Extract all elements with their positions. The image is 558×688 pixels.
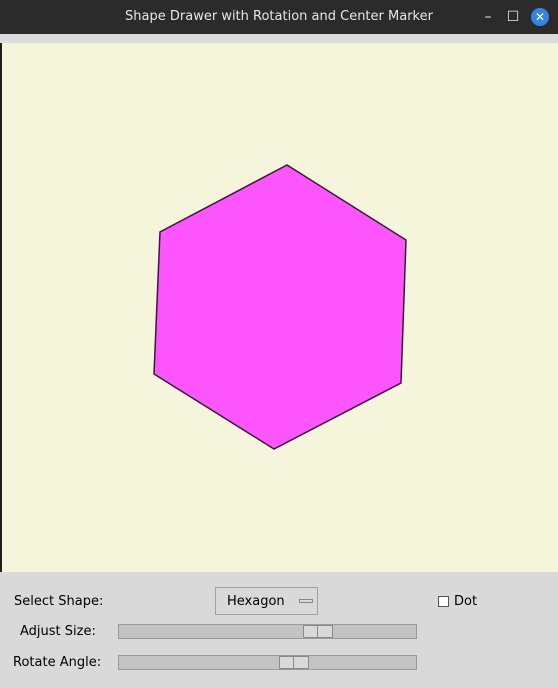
slider-grip	[317, 626, 318, 637]
minimize-icon[interactable]: –	[476, 0, 500, 34]
angle-slider-handle[interactable]	[279, 656, 309, 669]
drawing-canvas[interactable]	[2, 43, 558, 572]
select-shape-label: Select Shape:	[14, 594, 104, 609]
adjust-size-label: Adjust Size:	[20, 624, 96, 639]
close-icon[interactable]: ✕	[531, 8, 549, 26]
option-menu-indicator-icon	[299, 599, 313, 603]
window-title: Shape Drawer with Rotation and Center Ma…	[125, 9, 433, 24]
size-slider-handle[interactable]	[303, 625, 333, 638]
rotate-angle-label: Rotate Angle:	[13, 655, 102, 670]
dot-label[interactable]: Dot	[454, 594, 477, 609]
hexagon-shape	[153, 164, 407, 450]
size-slider-trough[interactable]	[118, 624, 417, 639]
shape-option-value: Hexagon	[227, 594, 285, 609]
title-bar[interactable]: Shape Drawer with Rotation and Center Ma…	[0, 0, 558, 34]
dot-checkbox[interactable]	[438, 596, 449, 607]
angle-slider-trough[interactable]	[118, 655, 417, 670]
maximize-icon[interactable]: ☐	[501, 0, 525, 34]
canvas-top-strip	[0, 34, 558, 43]
shape-svg	[153, 164, 407, 450]
slider-grip	[293, 657, 294, 668]
shape-option-menu[interactable]: Hexagon	[215, 587, 318, 615]
